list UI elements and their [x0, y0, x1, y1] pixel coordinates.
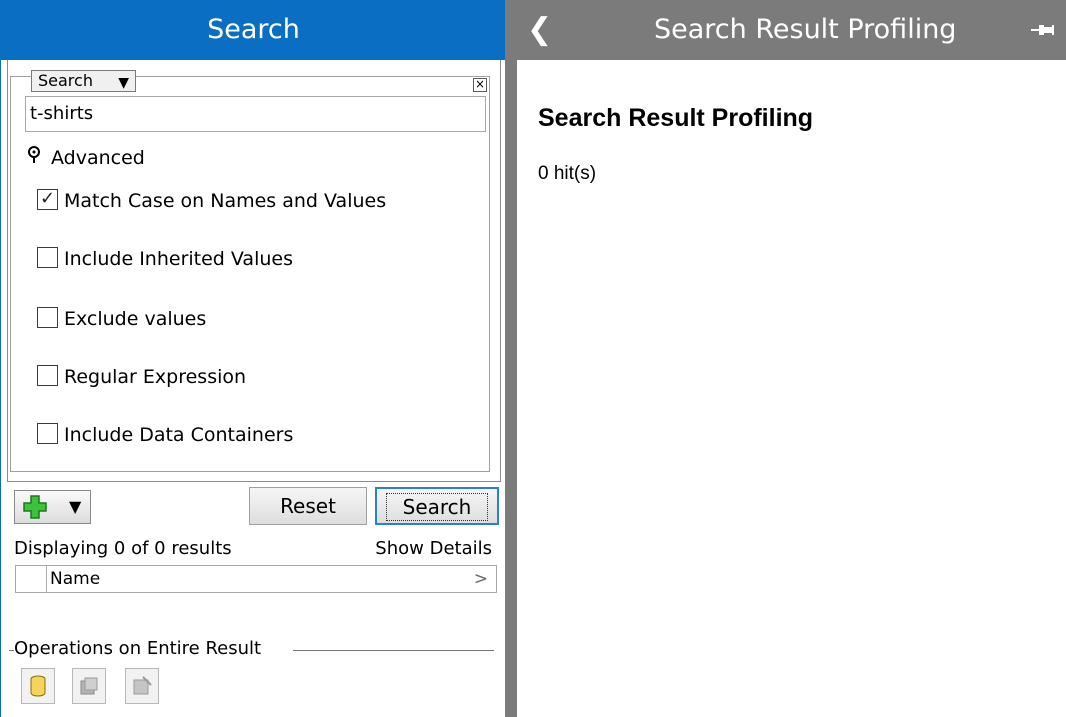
bulk-edit-icon	[125, 668, 159, 704]
option-match-case[interactable]: ✓ Match Case on Names and Values	[37, 188, 386, 214]
option-regex[interactable]: Regular Expression	[37, 364, 246, 390]
result-panel-title: Search Result Profiling	[654, 14, 957, 45]
export-icon	[72, 668, 106, 704]
result-panel-header: ❮ Search Result Profiling	[517, 0, 1066, 60]
search-button[interactable]: Search	[375, 487, 499, 525]
search-mode-value: Search	[38, 71, 93, 90]
close-icon[interactable]: ×	[473, 78, 487, 92]
results-table-header[interactable]: Name >	[15, 565, 497, 593]
panel-splitter[interactable]	[505, 0, 517, 717]
option-include-data-containers[interactable]: Include Data Containers	[37, 422, 293, 448]
advanced-toggle[interactable]: Advanced	[27, 144, 145, 172]
regular-expression-checkbox[interactable]	[37, 365, 58, 386]
search-panel-title: Search	[1, 0, 506, 60]
operations-section-label: Operations on Entire Result	[14, 637, 262, 661]
show-details-link[interactable]: Show Details	[375, 537, 492, 561]
include-inherited-checkbox[interactable]	[37, 247, 58, 268]
divider	[293, 650, 494, 651]
search-button-label: Search	[385, 493, 489, 521]
option-label: Exclude values	[64, 308, 207, 330]
option-exclude-values[interactable]: Exclude values	[37, 306, 206, 332]
exclude-values-checkbox[interactable]	[37, 307, 58, 328]
option-include-inherited[interactable]: Include Inherited Values	[37, 246, 293, 272]
option-label: Include Inherited Values	[64, 248, 293, 270]
hits-count: 0 hit(s)	[538, 163, 597, 184]
option-label: Include Data Containers	[64, 424, 294, 446]
dropdown-arrow-icon: ▼	[69, 497, 82, 516]
advanced-label: Advanced	[51, 147, 145, 169]
search-panel: Search Search ▼ × t-shirts Advanced ✓ Mat…	[0, 0, 506, 717]
search-mode-select[interactable]: Search ▼	[31, 70, 136, 92]
option-label: Match Case on Names and Values	[64, 190, 387, 212]
add-criteria-button[interactable]: ▼	[14, 490, 91, 524]
pin-icon[interactable]	[1030, 0, 1056, 60]
reset-button[interactable]: Reset	[249, 487, 367, 525]
include-data-containers-checkbox[interactable]	[37, 423, 58, 444]
match-case-checkbox[interactable]: ✓	[37, 189, 58, 210]
column-header-name[interactable]: Name	[50, 566, 100, 592]
column-separator	[46, 566, 47, 592]
search-input[interactable]: t-shirts	[25, 96, 486, 132]
plus-icon	[23, 495, 47, 519]
criteria-group-frame	[10, 76, 490, 472]
option-label: Regular Expression	[64, 366, 247, 388]
chevron-right-icon[interactable]: >	[474, 566, 488, 592]
database-icon[interactable]	[21, 668, 55, 704]
result-heading: Search Result Profiling	[538, 104, 814, 132]
dropdown-arrow-icon: ▼	[118, 75, 129, 91]
chevron-left-icon[interactable]: ❮	[527, 0, 552, 60]
results-count-text: Displaying 0 of 0 results	[14, 538, 232, 559]
pin-icon	[27, 145, 43, 173]
